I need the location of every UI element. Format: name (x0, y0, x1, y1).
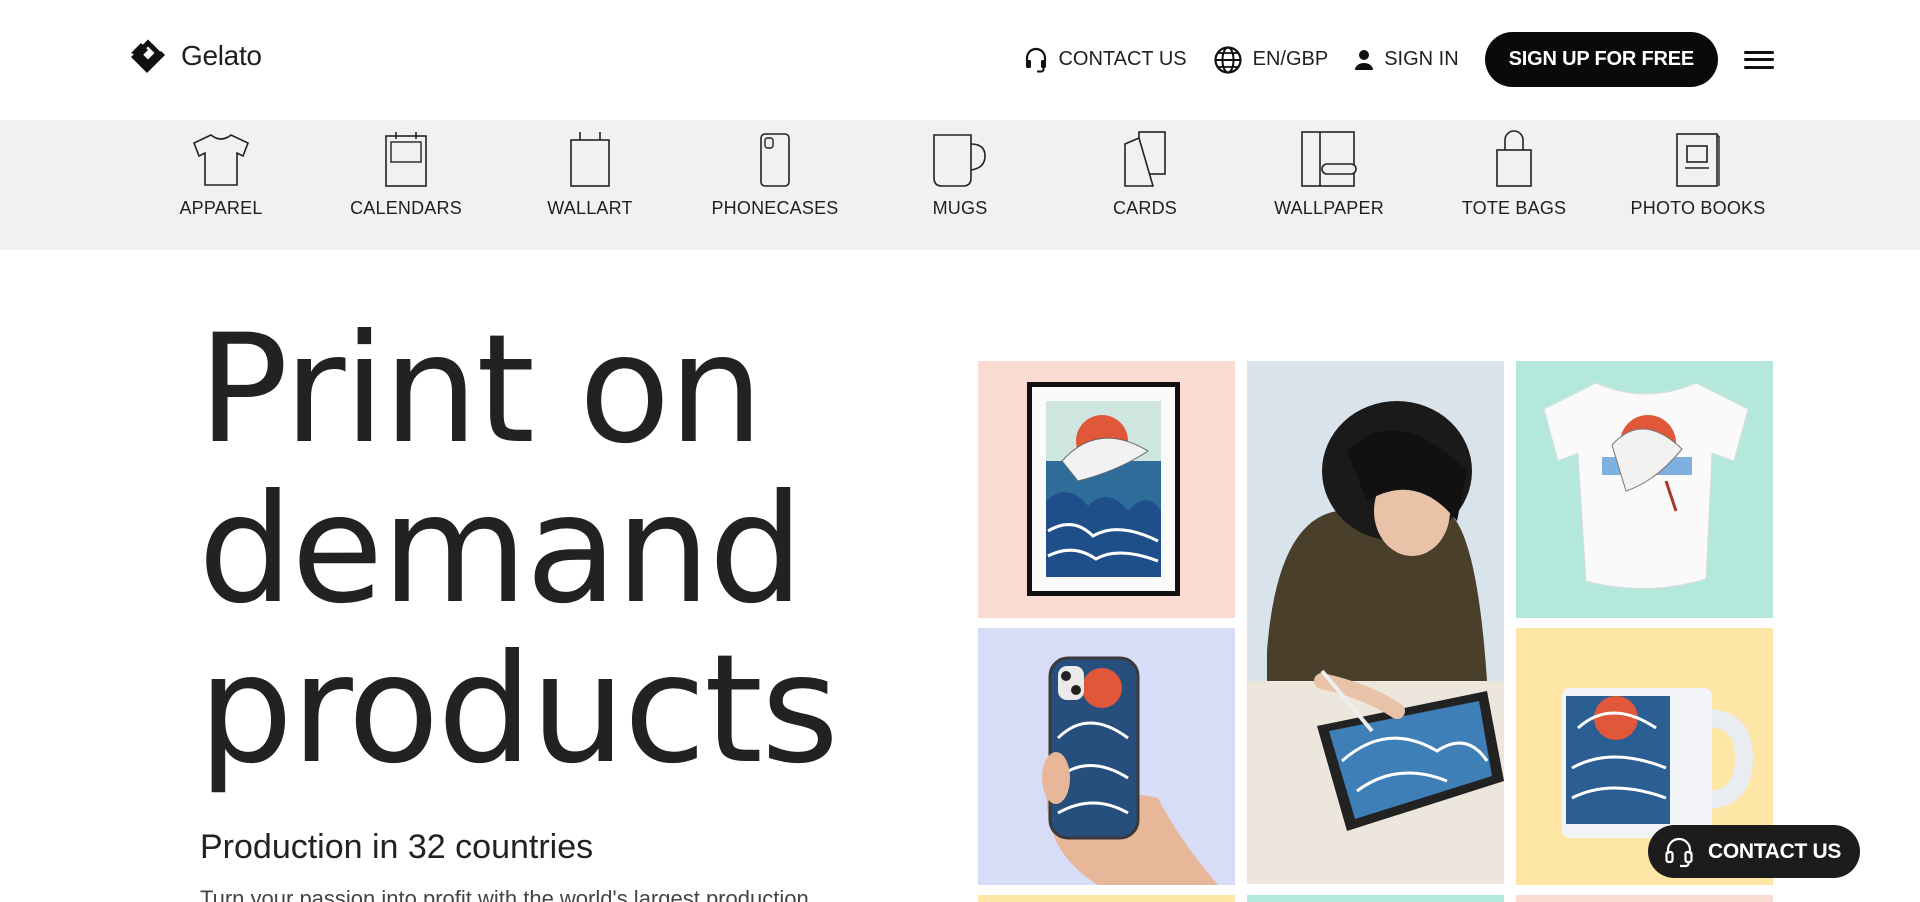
signup-button[interactable]: SIGN UP FOR FREE (1484, 32, 1718, 87)
cards-icon (1124, 131, 1166, 187)
locale-selector[interactable]: EN/GBP (1213, 45, 1329, 75)
user-icon (1355, 49, 1374, 70)
floating-contact-button[interactable]: CONTACT US (1648, 825, 1860, 878)
framed-print-image (1027, 382, 1180, 596)
site-header: Gelato CONTACT US EN/GBP SIGN IN SIGN UP… (0, 0, 1920, 120)
category-apparel[interactable]: APPAREL (146, 126, 296, 219)
contact-link[interactable]: CONTACT US (1024, 47, 1187, 73)
gelato-logo-icon (131, 39, 165, 73)
category-totebags[interactable]: TOTE BAGS (1439, 126, 1589, 219)
headset-icon (1026, 47, 1047, 72)
product-tile-phonecase (978, 628, 1235, 885)
hero-title-line2: demand (198, 463, 804, 637)
wallart-icon (570, 132, 610, 187)
category-phonecases[interactable]: PHONECASES (700, 126, 850, 219)
product-tile-apparel (1516, 361, 1773, 618)
totebag-icon (1496, 130, 1532, 187)
hero-title: Print on demand products (198, 303, 839, 797)
signin-link[interactable]: SIGN IN (1354, 48, 1459, 71)
hero-title-line1: Print on (198, 303, 764, 477)
category-photobooks[interactable]: PHOTO BOOKS (1623, 126, 1773, 219)
mug-icon (933, 134, 986, 187)
tshirt-product-image (1543, 382, 1749, 589)
calendar-icon (385, 132, 427, 187)
tshirt-icon (192, 134, 250, 186)
locale-label: EN/GBP (1252, 48, 1329, 70)
brand-name: Gelato (181, 40, 262, 71)
photobook-icon (1676, 133, 1720, 187)
product-tile-partial-1 (978, 895, 1235, 902)
product-tile-wallart (978, 361, 1235, 618)
category-wallart[interactable]: WALLART (515, 126, 665, 219)
category-bar: APPAREL CALENDARS WALLART PHONECASES MUG… (0, 120, 1920, 250)
hero-title-line3: products (198, 623, 839, 797)
product-tile-designer (1247, 361, 1504, 884)
phonecase-product-image (1042, 656, 1218, 885)
designer-photo-image (1247, 361, 1504, 884)
category-calendars[interactable]: CALENDARS (331, 126, 481, 219)
category-mugs[interactable]: MUGS (885, 126, 1035, 219)
brand-logo[interactable]: Gelato (127, 35, 262, 77)
phonecase-icon (760, 133, 790, 187)
signin-label: SIGN IN (1384, 48, 1459, 70)
headset-icon (1665, 837, 1693, 867)
floating-contact-label: CONTACT US (1708, 839, 1842, 863)
category-cards[interactable]: CARDS (1070, 126, 1220, 219)
product-tile-partial-2 (1247, 895, 1504, 902)
top-nav: CONTACT US EN/GBP SIGN IN SIGN UP FOR FR… (998, 32, 1774, 87)
hamburger-menu-icon[interactable] (1744, 48, 1774, 72)
wallpaper-icon (1301, 131, 1357, 187)
hero-paragraph: Turn your passion into profit with the w… (200, 886, 809, 902)
contact-label: CONTACT US (1058, 48, 1187, 70)
product-tile-partial-3 (1516, 895, 1773, 902)
category-wallpaper[interactable]: WALLPAPER (1254, 126, 1404, 219)
hero-subtitle: Production in 32 countries (200, 828, 594, 866)
globe-icon (1214, 45, 1242, 74)
